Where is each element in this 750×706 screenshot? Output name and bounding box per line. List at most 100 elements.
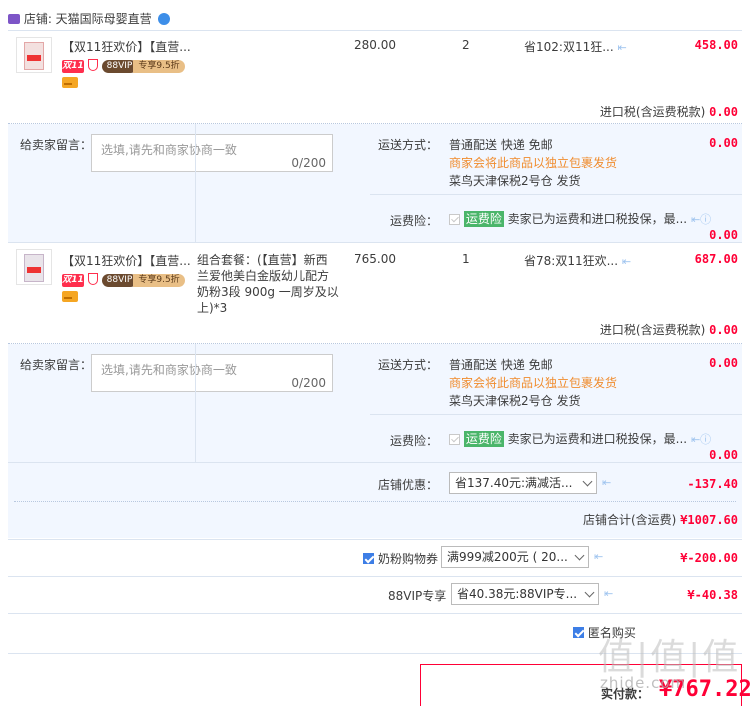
- quantity: 2: [462, 38, 470, 52]
- coupon-amount: ¥-200.00: [680, 551, 738, 565]
- insurance-tag: 运费险: [463, 431, 504, 447]
- message-placeholder: 选填,请先和商家协商一致: [101, 363, 237, 377]
- unit-price: 280.00: [354, 38, 396, 52]
- insurance-text: 卖家已为运费和进口税投保，最...: [507, 212, 688, 226]
- item-total: 687.00: [694, 252, 738, 266]
- vip-badge: 88VIP: [101, 274, 138, 287]
- import-tax-label: 进口税(含运费税款): [599, 323, 706, 337]
- shop-icon: [8, 13, 20, 24]
- shop-summary: 店铺优惠： 省137.40元:满减活... ⇤ -137.40 店铺合计(含运费…: [8, 462, 742, 538]
- insurance-tag: 运费险: [463, 211, 504, 227]
- vip-select[interactable]: 省40.38元:88VIP专...: [451, 583, 599, 605]
- info-flag-icon[interactable]: ⇤: [602, 476, 611, 489]
- vip-label: 88VIP专享: [388, 589, 447, 603]
- chevron-down-icon: [582, 476, 593, 487]
- info-flag-icon[interactable]: ⇤: [622, 255, 631, 268]
- shield-icon: [87, 58, 98, 71]
- item-total: 458.00: [694, 38, 738, 52]
- shop-name[interactable]: 店铺: 天猫国际母婴直营: [24, 12, 152, 26]
- info-flag-icon[interactable]: ⇤ⓘ: [691, 433, 711, 446]
- message-label: 给卖家留言：: [20, 358, 93, 372]
- info-flag-icon[interactable]: ⇤: [618, 41, 627, 54]
- product-thumbnail[interactable]: [16, 249, 52, 285]
- message-counter: 0/200: [291, 376, 326, 390]
- order-options: 给卖家留言： 选填,请先和商家协商一致 0/200 运送方式： 普通配送 快递 …: [8, 124, 742, 242]
- product-sku: 组合套餐：(【直营】新西兰爱他美白金版幼儿配方奶粉3段 900g 一周岁及以上)…: [197, 253, 339, 315]
- shipping-method[interactable]: 普通配送 快递 免邮: [449, 356, 553, 373]
- coupon-checkbox[interactable]: [363, 553, 374, 564]
- product-title[interactable]: 【双11狂欢价】【直营...: [62, 38, 191, 55]
- vip-badge: 88VIP: [101, 60, 138, 73]
- credit-card-icon: [62, 291, 78, 305]
- product-tags: 双11 88VIP 专享9.5折: [62, 57, 185, 73]
- wangwang-icon[interactable]: [157, 12, 170, 25]
- insurance-info: 运费险 卖家已为运费和进口税投保，最... ⇤ⓘ: [449, 430, 711, 447]
- import-tax: 进口税(含运费税款) 0.00: [600, 321, 738, 338]
- coupon-row: 奶粉购物券 满999减200元 ( 20... ⇤ ¥-200.00: [8, 540, 742, 576]
- watermark-site: zhide.com: [600, 674, 687, 692]
- info-flag-icon[interactable]: ⇤: [604, 587, 613, 600]
- vip-row: 88VIP专享 省40.38元:88VIP专... ⇤ ¥-40.38: [8, 577, 742, 613]
- info-flag-icon[interactable]: ⇤: [594, 550, 603, 563]
- discount-info[interactable]: 省102:双11狂... ⇤: [524, 38, 627, 55]
- shipping-note: 商家会将此商品以独立包裹发货: [449, 376, 618, 390]
- product-thumbnail[interactable]: [16, 37, 52, 73]
- message-input[interactable]: 选填,请先和商家协商一致 0/200: [91, 354, 333, 392]
- shipping-method[interactable]: 普通配送 快递 免邮: [449, 136, 553, 153]
- insurance-fee: 0.00: [709, 448, 738, 462]
- vip-select-text: 省40.38元:88VIP专...: [457, 587, 578, 601]
- shipping-warehouse: 菜鸟天津保税2号仓 发货: [449, 394, 581, 408]
- vip-amount: ¥-40.38: [687, 588, 738, 602]
- insurance-text: 卖家已为运费和进口税投保，最...: [507, 432, 688, 446]
- chevron-down-icon: [584, 587, 595, 598]
- item-row: 【双11狂欢价】【直营... 双11 88VIP 专享9.5折 组合套餐：(【直营…: [8, 243, 742, 343]
- discount-text: 省78:双11狂欢...: [524, 254, 619, 268]
- insurance-checkbox[interactable]: [449, 214, 460, 225]
- credit-card-icon: [62, 77, 78, 91]
- insurance-info: 运费险 卖家已为运费和进口税投保，最... ⇤ⓘ: [449, 210, 711, 227]
- vip-discount-badge: 专享9.5折: [133, 60, 185, 73]
- shop-discount-value-text: 省137.40元:满减活...: [455, 476, 573, 490]
- shop-header: 店铺: 天猫国际母婴直营: [8, 10, 170, 27]
- vip-discount-badge: 专享9.5折: [133, 274, 185, 287]
- import-tax-value: 0.00: [709, 105, 738, 119]
- order-options: 给卖家留言： 选填,请先和商家协商一致 0/200 运送方式： 普通配送 快递 …: [8, 344, 742, 462]
- shop-total-value: ¥1007.60: [680, 513, 738, 527]
- shipping-fee: 0.00: [709, 136, 738, 150]
- product-title[interactable]: 【双11狂欢价】【直营...: [62, 252, 191, 269]
- anonymous-checkbox[interactable]: [573, 627, 584, 638]
- message-placeholder: 选填,请先和商家协商一致: [101, 143, 237, 157]
- insurance-label: 运费险：: [390, 434, 439, 448]
- info-flag-icon[interactable]: ⇤ⓘ: [691, 213, 711, 226]
- unit-price: 765.00: [354, 252, 396, 266]
- message-label: 给卖家留言：: [20, 138, 93, 152]
- coupon-label: 奶粉购物券: [378, 552, 439, 566]
- quantity: 1: [462, 252, 470, 266]
- shipping-label: 运送方式：: [378, 138, 439, 152]
- shop-discount-select[interactable]: 省137.40元:满减活...: [449, 472, 597, 494]
- import-tax-label: 进口税(含运费税款): [599, 105, 706, 119]
- message-counter: 0/200: [291, 156, 326, 170]
- shipping-warehouse: 菜鸟天津保税2号仓 发货: [449, 174, 581, 188]
- product-tags: 双11 88VIP 专享9.5折: [62, 271, 185, 287]
- shield-icon: [87, 272, 98, 285]
- double11-tag: 双11: [62, 274, 84, 287]
- insurance-fee: 0.00: [709, 228, 738, 242]
- insurance-label: 运费险：: [390, 214, 439, 228]
- insurance-checkbox[interactable]: [449, 434, 460, 445]
- shipping-note: 商家会将此商品以独立包裹发货: [449, 156, 618, 170]
- chevron-down-icon: [574, 550, 585, 561]
- coupon-select-text: 满999减200元 ( 20...: [447, 550, 568, 564]
- shop-discount-label: 店铺优惠：: [378, 478, 439, 492]
- shipping-label: 运送方式：: [378, 358, 439, 372]
- item-row: 【双11狂欢价】【直营... 双11 88VIP 专享9.5折 280.00 2 …: [8, 31, 742, 123]
- import-tax: 进口税(含运费税款) 0.00: [600, 103, 738, 120]
- shop-total-label: 店铺合计(含运费): [583, 513, 677, 527]
- import-tax-value: 0.00: [709, 323, 738, 337]
- shop-total: 店铺合计(含运费) ¥1007.60: [583, 511, 738, 528]
- double11-tag: 双11: [62, 60, 84, 73]
- discount-info[interactable]: 省78:双11狂欢... ⇤: [524, 252, 631, 269]
- message-input[interactable]: 选填,请先和商家协商一致 0/200: [91, 134, 333, 172]
- shop-discount-amount: -137.40: [687, 477, 738, 491]
- coupon-select[interactable]: 满999减200元 ( 20...: [441, 546, 589, 568]
